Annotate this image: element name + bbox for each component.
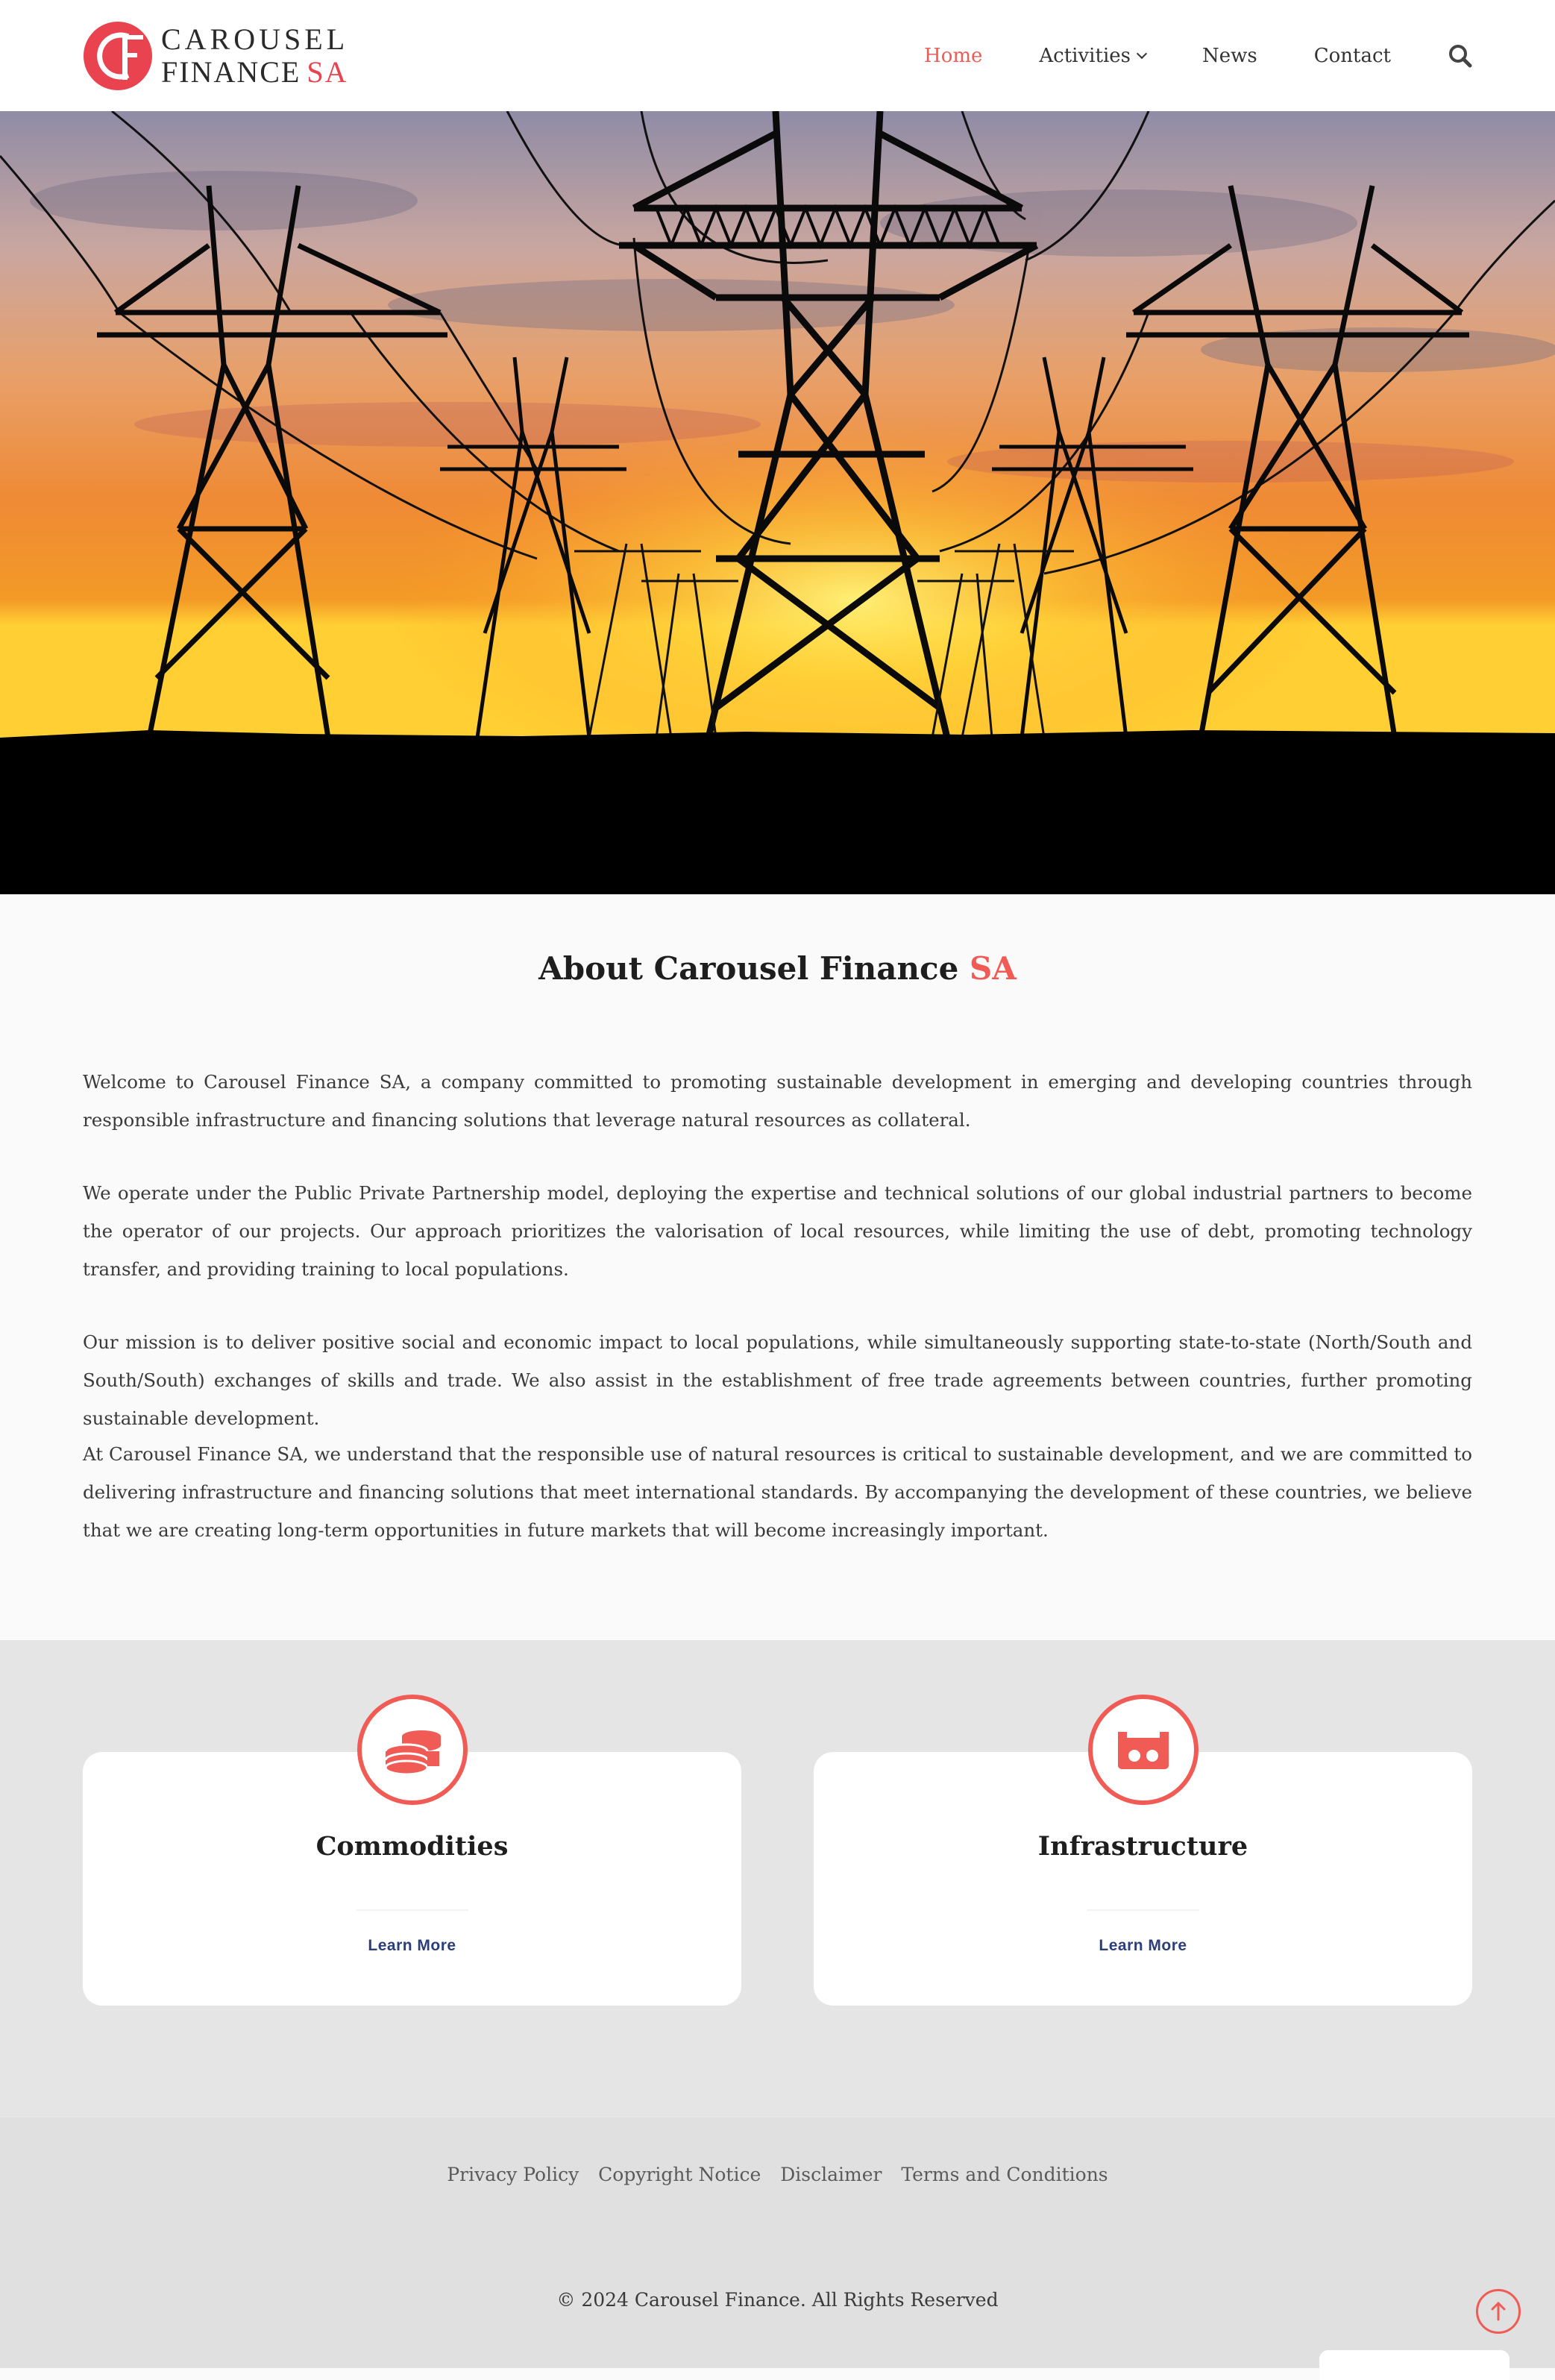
brand-name-line2: FINANCE SA [161, 55, 348, 89]
coins-icon [356, 1695, 468, 1805]
footer-link-terms[interactable]: Terms and Conditions [901, 2164, 1108, 2185]
infrastructure-card[interactable]: Infrastructure Learn More [814, 1695, 1472, 2006]
main-nav: Home Activities News Contact [867, 0, 1473, 111]
divider [356, 1909, 468, 1911]
chevron-down-icon [1136, 48, 1148, 59]
footer-link-privacy-policy[interactable]: Privacy Policy [447, 2164, 579, 2185]
nav-item-activities[interactable]: Activities [1039, 45, 1148, 67]
site-header: CAROUSEL FINANCE SA Home Activities News … [0, 0, 1555, 111]
learn-more-link[interactable]: Learn More [83, 1937, 741, 1955]
nav-item-home[interactable]: Home [924, 45, 982, 67]
card-title: Commodities [315, 1831, 509, 1862]
brand-name-line1: CAROUSEL [161, 22, 349, 56]
learn-more-link[interactable]: Learn More [814, 1937, 1472, 1955]
site-footer: Privacy Policy Copyright Notice Disclaim… [0, 2117, 1555, 2380]
commodities-card[interactable]: Commodities Learn More [83, 1695, 741, 2006]
about-paragraph-4: At Carousel Finance SA, we understand th… [83, 1443, 1472, 1541]
brand-logo[interactable]: CAROUSEL FINANCE SA [82, 19, 348, 92]
footer-links: Privacy Policy Copyright Notice Disclaim… [0, 2164, 1555, 2185]
infrastructure-icon [1087, 1695, 1199, 1805]
about-paragraph-1: Welcome to Carousel Finance SA, a compan… [83, 1071, 1472, 1131]
nav-item-news[interactable]: News [1202, 45, 1257, 67]
about-title-accent: SA [969, 950, 1017, 987]
arrow-up-icon [1491, 2302, 1506, 2321]
logo-mark-icon [82, 20, 154, 92]
hero-image [0, 111, 1555, 894]
about-section: About Carousel Finance SA Welcome to Car… [0, 894, 1555, 1640]
floating-widget-tab[interactable] [1319, 2350, 1510, 2380]
about-paragraph-3: Our mission is to deliver positive socia… [83, 1331, 1472, 1429]
scroll-to-top-button[interactable] [1476, 2289, 1521, 2334]
copyright-text: © 2024 Carousel Finance. All Rights Rese… [556, 2289, 999, 2311]
search-icon[interactable] [1448, 43, 1473, 69]
footer-link-disclaimer[interactable]: Disclaimer [780, 2164, 882, 2185]
about-title: About Carousel Finance SA [538, 950, 1017, 987]
footer-link-copyright-notice[interactable]: Copyright Notice [598, 2164, 761, 2185]
services-section: Commodities Learn More Infrastructure Le… [0, 1640, 1555, 2117]
brand-accent: SA [307, 55, 348, 89]
card-title: Infrastructure [1037, 1831, 1248, 1862]
nav-item-contact[interactable]: Contact [1314, 45, 1391, 67]
about-paragraph-2: We operate under the Public Private Part… [83, 1182, 1472, 1280]
divider [1087, 1909, 1199, 1911]
